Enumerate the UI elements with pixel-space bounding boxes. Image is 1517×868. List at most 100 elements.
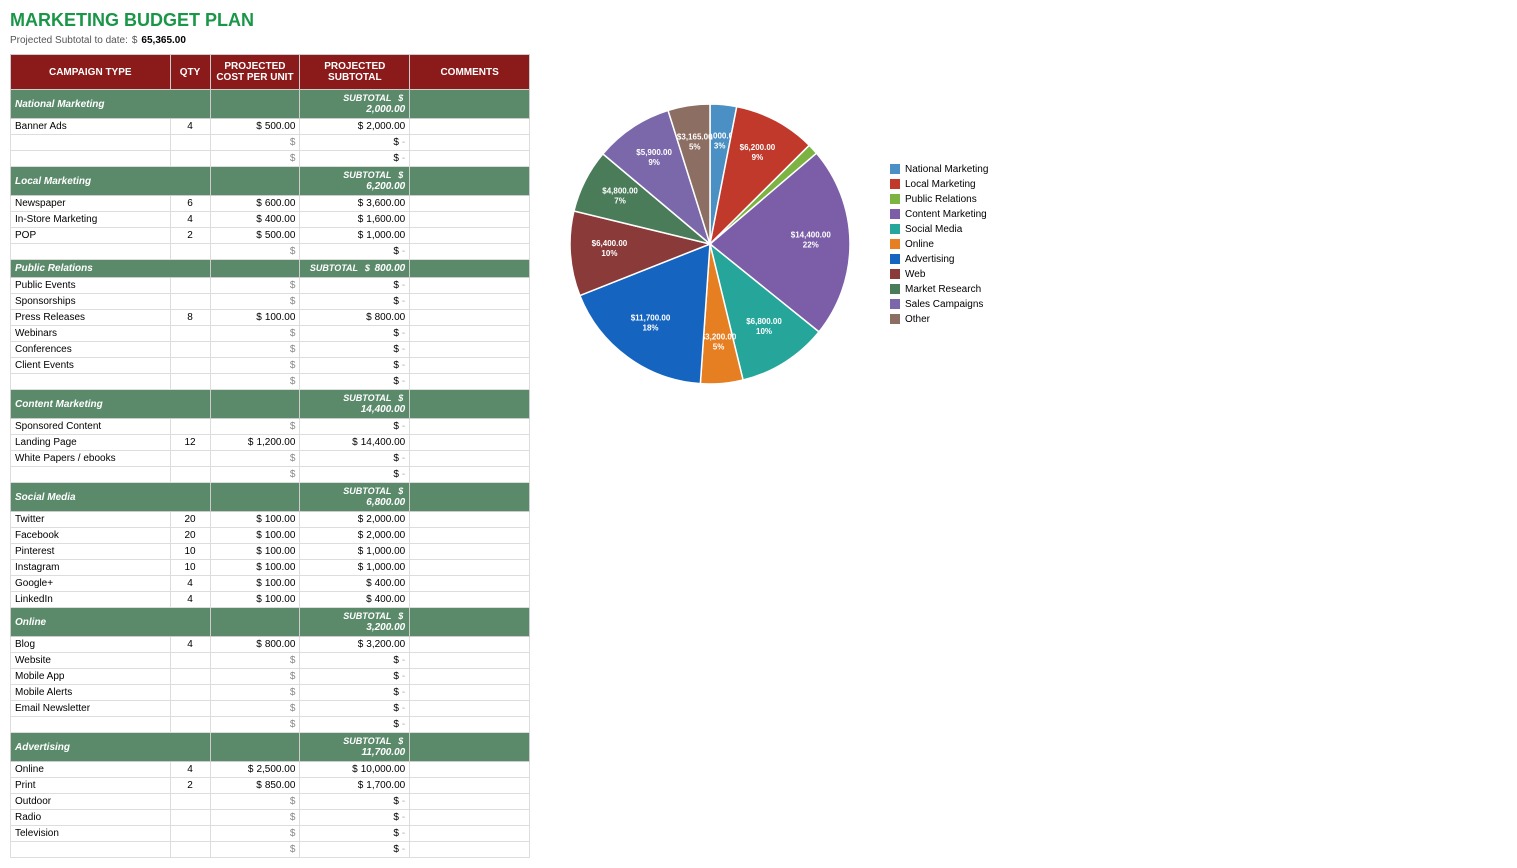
item-qty: 4 [170, 576, 210, 592]
item-cost: $ [210, 794, 300, 810]
item-name: Sponsored Content [11, 419, 171, 435]
legend-item: Local Marketing [890, 179, 988, 190]
data-row: Press Releases 8 $100.00 $800.00 [11, 310, 530, 326]
legend-label: National Marketing [905, 164, 988, 175]
item-qty [170, 842, 210, 858]
item-cost: $ [210, 374, 300, 390]
item-name: Print [11, 778, 171, 794]
data-row: Public Events $ $- [11, 278, 530, 294]
item-qty [170, 794, 210, 810]
item-name: POP [11, 228, 171, 244]
item-name: Outdoor [11, 794, 171, 810]
data-row: $ $- [11, 717, 530, 733]
data-row: Banner Ads 4 $500.00 $2,000.00 [11, 119, 530, 135]
item-name [11, 374, 171, 390]
item-qty [170, 326, 210, 342]
item-qty [170, 151, 210, 167]
item-comment [410, 778, 530, 794]
category-name: Advertising [11, 733, 211, 762]
item-qty [170, 358, 210, 374]
item-qty [170, 278, 210, 294]
legend-item: Web [890, 269, 988, 280]
data-row: White Papers / ebooks $ $- [11, 451, 530, 467]
legend-label: Online [905, 239, 934, 250]
item-comment [410, 358, 530, 374]
item-comment [410, 196, 530, 212]
item-cost: $500.00 [210, 119, 300, 135]
legend-color [890, 284, 900, 294]
table-section: CAMPAIGN TYPE QTY PROJECTED COST PER UNI… [10, 54, 530, 858]
legend-color [890, 194, 900, 204]
legend-label: Advertising [905, 254, 954, 265]
legend-color [890, 164, 900, 174]
category-subtotal: SUBTOTAL $ 6,200.00 [300, 167, 410, 196]
budget-table: CAMPAIGN TYPE QTY PROJECTED COST PER UNI… [10, 54, 530, 858]
item-name [11, 244, 171, 260]
item-cost: $100.00 [210, 528, 300, 544]
legend-label: Market Research [905, 284, 981, 295]
item-qty: 20 [170, 512, 210, 528]
data-row: Mobile App $ $- [11, 669, 530, 685]
item-name [11, 151, 171, 167]
item-cost: $100.00 [210, 310, 300, 326]
item-comment [410, 717, 530, 733]
item-qty [170, 467, 210, 483]
item-qty: 4 [170, 592, 210, 608]
item-cost: $2,500.00 [210, 762, 300, 778]
category-name: Social Media [11, 483, 211, 512]
item-subtotal: $- [300, 842, 410, 858]
col-header-qty: QTY [170, 55, 210, 90]
item-comment [410, 119, 530, 135]
item-subtotal: $- [300, 294, 410, 310]
legend-item: Other [890, 314, 988, 325]
category-row: Local Marketing SUBTOTAL $ 6,200.00 [11, 167, 530, 196]
data-row: Twitter 20 $100.00 $2,000.00 [11, 512, 530, 528]
data-row: Newspaper 6 $600.00 $3,600.00 [11, 196, 530, 212]
item-name: Google+ [11, 576, 171, 592]
item-comment [410, 560, 530, 576]
item-cost: $1,200.00 [210, 435, 300, 451]
item-cost: $500.00 [210, 228, 300, 244]
item-cost: $ [210, 685, 300, 701]
item-name: Facebook [11, 528, 171, 544]
data-row: Client Events $ $- [11, 358, 530, 374]
item-qty [170, 451, 210, 467]
data-row: Google+ 4 $100.00 $400.00 [11, 576, 530, 592]
item-cost: $800.00 [210, 637, 300, 653]
data-row: $ $- [11, 244, 530, 260]
category-subtotal: SUBTOTAL $ 2,000.00 [300, 90, 410, 119]
item-subtotal: $- [300, 717, 410, 733]
item-cost: $100.00 [210, 560, 300, 576]
item-qty: 4 [170, 762, 210, 778]
item-name: Instagram [11, 560, 171, 576]
item-name [11, 842, 171, 858]
item-comment [410, 151, 530, 167]
data-row: $ $- [11, 135, 530, 151]
item-subtotal: $- [300, 826, 410, 842]
item-comment [410, 451, 530, 467]
data-row: Landing Page 12 $1,200.00 $14,400.00 [11, 435, 530, 451]
legend-label: Other [905, 314, 930, 325]
legend-color [890, 299, 900, 309]
data-row: Website $ $- [11, 653, 530, 669]
currency-symbol: $ [132, 35, 138, 46]
item-cost: $ [210, 653, 300, 669]
category-name: National Marketing [11, 90, 211, 119]
data-row: Email Newsletter $ $- [11, 701, 530, 717]
category-row: Advertising SUBTOTAL $ 11,700.00 [11, 733, 530, 762]
item-name [11, 467, 171, 483]
legend-color [890, 239, 900, 249]
item-subtotal: $- [300, 374, 410, 390]
item-subtotal: $- [300, 419, 410, 435]
item-comment [410, 294, 530, 310]
item-subtotal: $- [300, 278, 410, 294]
data-row: Online 4 $2,500.00 $10,000.00 [11, 762, 530, 778]
item-name [11, 717, 171, 733]
item-subtotal: $- [300, 135, 410, 151]
item-subtotal: $- [300, 151, 410, 167]
item-cost: $ [210, 451, 300, 467]
item-name: Client Events [11, 358, 171, 374]
item-qty [170, 810, 210, 826]
item-subtotal: $1,000.00 [300, 544, 410, 560]
item-qty: 10 [170, 544, 210, 560]
